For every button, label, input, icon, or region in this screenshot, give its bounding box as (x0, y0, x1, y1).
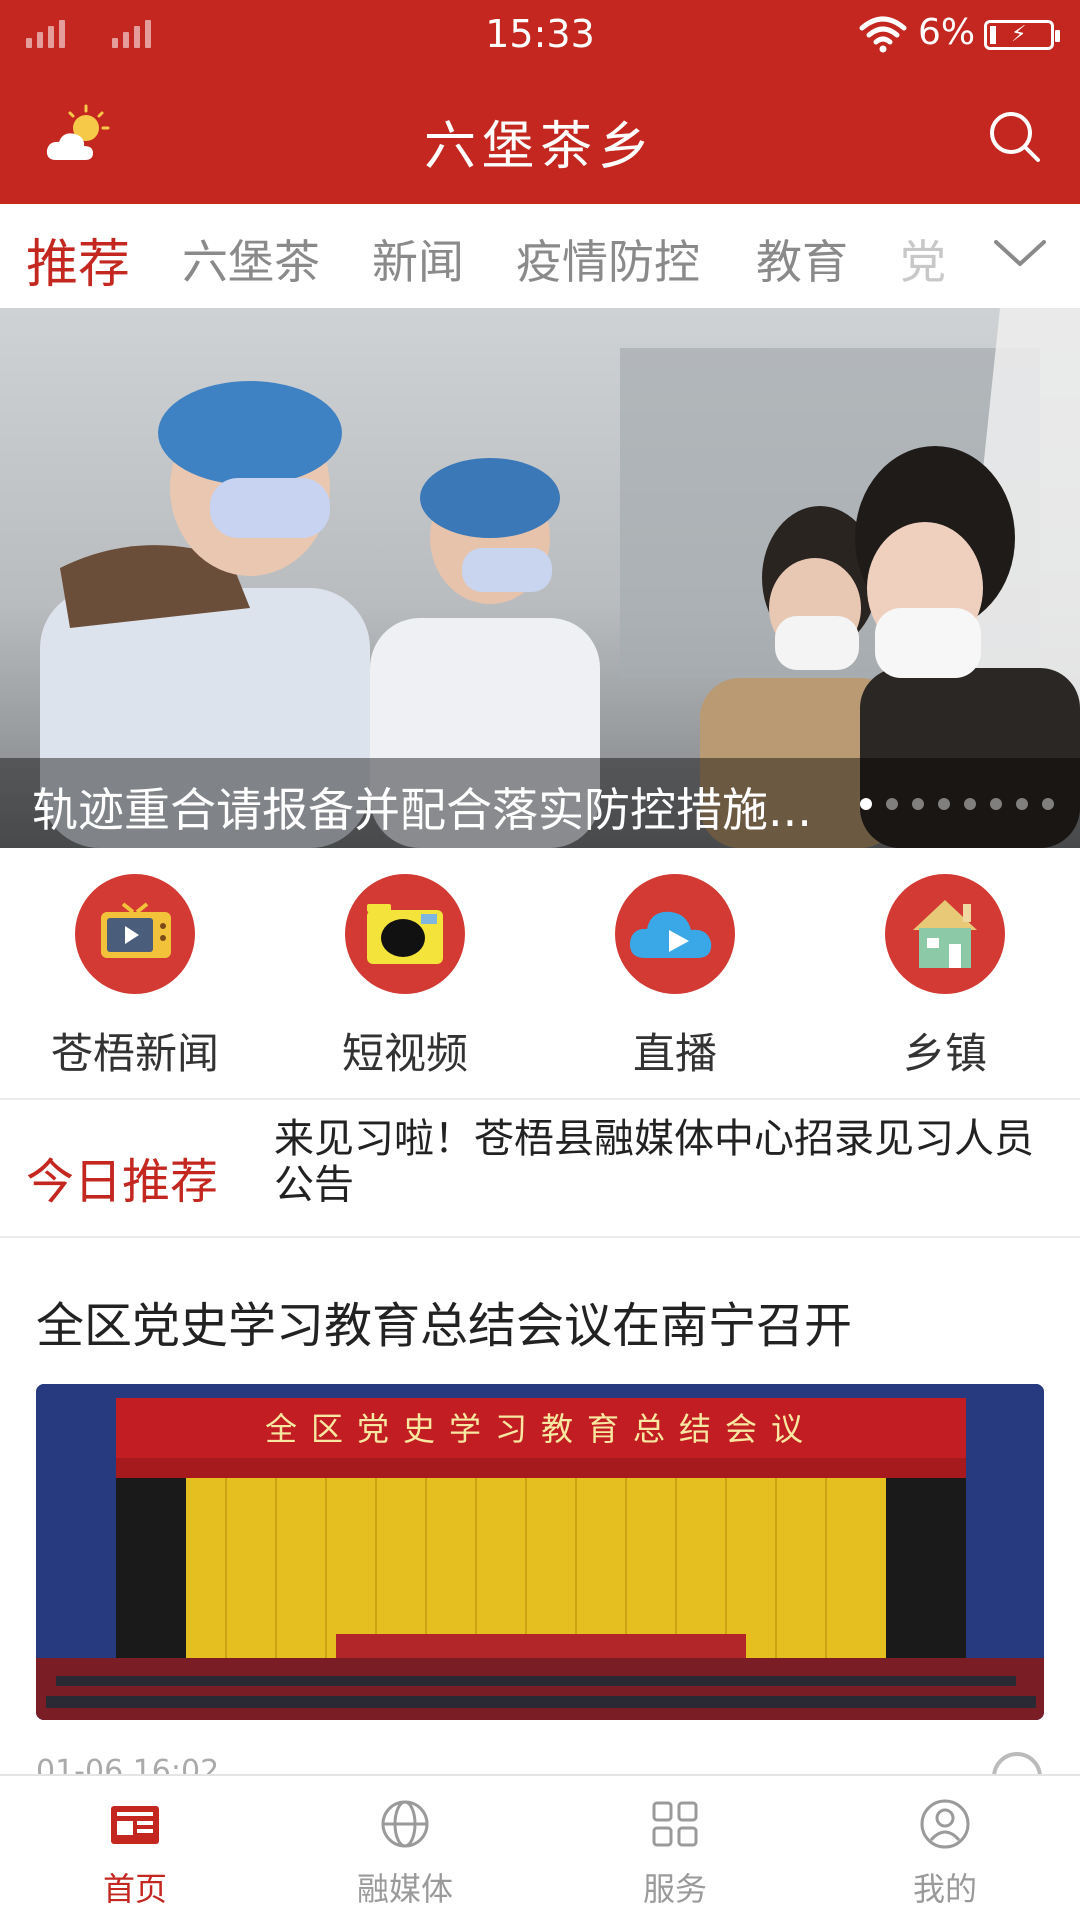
carousel-dot[interactable] (938, 798, 950, 810)
battery-icon: ⚡ (984, 20, 1060, 50)
entry-label: 短视频 (341, 1029, 468, 1078)
entry-short-video[interactable]: 短视频 (270, 874, 540, 1081)
banner-caption: 轨迹重合请报备并配合落实防控措施... (32, 783, 812, 837)
tab-recommend[interactable]: 推荐 (26, 222, 130, 297)
banner-caption-bar: 轨迹重合请报备并配合落实防控措施... (0, 758, 1080, 848)
tv-icon (101, 902, 171, 958)
nav-mine[interactable]: 我的 (810, 1794, 1080, 1910)
entry-label: 直播 (632, 1029, 717, 1078)
nav-label: 融媒体 (356, 1870, 453, 1908)
article-title[interactable]: 全区党史学习教育总结会议在南宁召开 (36, 1286, 852, 1356)
grid-icon (652, 1801, 698, 1847)
app-header: 15:33 6% ⚡ 六堡茶乡 (0, 0, 1080, 204)
battery-percent: 6% (918, 12, 976, 53)
carousel-dot[interactable] (860, 798, 872, 810)
nav-label: 首页 (102, 1870, 167, 1908)
nav-home[interactable]: 首页 (0, 1794, 270, 1910)
news-icon (111, 1806, 159, 1844)
tabs-expand[interactable] (990, 232, 1050, 272)
carousel-dot[interactable] (964, 798, 976, 810)
entry-live[interactable]: 直播 (540, 874, 810, 1081)
tab-epidemic[interactable]: 疫情防控 (516, 226, 700, 292)
app-title: 六堡茶乡 (423, 117, 656, 177)
wifi-icon (859, 16, 907, 53)
banner-carousel[interactable]: 轨迹重合请报备并配合落实防控措施... (0, 308, 1080, 848)
entry-township[interactable]: 乡镇 (810, 874, 1080, 1081)
bottom-nav: 首页 融媒体 服务 我的 (0, 1774, 1080, 1920)
entry-label: 乡镇 (902, 1029, 987, 1078)
article-image[interactable]: 全区党史学习教育总结会议 (36, 1384, 1044, 1720)
camera-icon (367, 904, 443, 964)
house-icon (913, 900, 977, 968)
nav-media[interactable]: 融媒体 (270, 1794, 540, 1910)
carousel-dot[interactable] (1042, 798, 1054, 810)
status-bar: 15:33 6% ⚡ (0, 0, 1080, 70)
today-recommend[interactable]: 今日推荐 来见习啦！苍梧县融媒体中心招录见习人员公告 (0, 1102, 1080, 1238)
nav-service[interactable]: 服务 (540, 1794, 810, 1910)
category-tabs: 推荐 六堡茶 新闻 疫情防控 教育 党 (0, 204, 1080, 308)
nav-label: 我的 (912, 1870, 977, 1908)
today-title: 今日推荐 (26, 1154, 219, 1210)
stage-banner-text: 全区党史学习教育总结会议 (265, 1410, 817, 1448)
tab-news[interactable]: 新闻 (372, 226, 464, 292)
quick-entries: 苍梧新闻 短视频 直播 乡镇 (0, 848, 1080, 1100)
globe-icon (381, 1800, 429, 1848)
carousel-dot[interactable] (886, 798, 898, 810)
live-cloud-icon (629, 911, 712, 958)
nav-label: 服务 (642, 1870, 707, 1908)
tab-education[interactable]: 教育 (756, 226, 848, 292)
carousel-dots (860, 798, 1054, 810)
entry-label: 苍梧新闻 (50, 1029, 219, 1078)
chevron-down-icon (994, 240, 1046, 266)
today-headline[interactable]: 来见习啦！苍梧县融媒体中心招录见习人员公告 (274, 1116, 1044, 1208)
tab-party[interactable]: 党 (900, 226, 946, 292)
carousel-dot[interactable] (912, 798, 924, 810)
entry-cangwu-news[interactable]: 苍梧新闻 (0, 874, 270, 1081)
user-icon (920, 1799, 970, 1849)
carousel-dot[interactable] (1016, 798, 1028, 810)
search-icon[interactable] (986, 108, 1044, 166)
tab-liubao-tea[interactable]: 六堡茶 (182, 226, 320, 292)
carousel-dot[interactable] (990, 798, 1002, 810)
